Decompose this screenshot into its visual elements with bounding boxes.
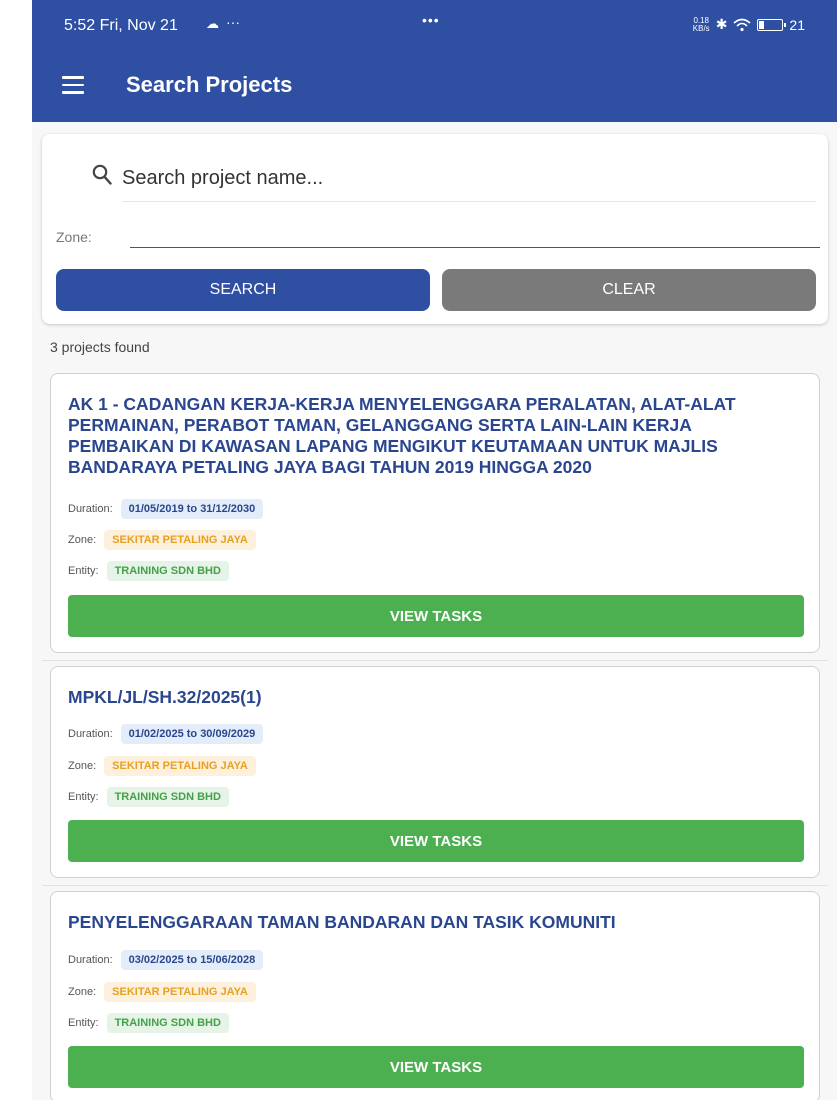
project-card: MPKL/JL/SH.32/2025(1) Duration: 01/02/20… bbox=[50, 666, 820, 878]
project-title[interactable]: MPKL/JL/SH.32/2025(1) bbox=[68, 687, 768, 708]
entity-row: Entity: TRAINING SDN BHD bbox=[68, 786, 229, 808]
entity-chip: TRAINING SDN BHD bbox=[106, 1013, 229, 1033]
duration-label: Duration: bbox=[68, 503, 113, 515]
zone-row: Zone: SEKITAR PETALING JAYA bbox=[68, 529, 256, 551]
zone-label: Zone: bbox=[68, 986, 97, 998]
hamburger-menu-icon[interactable] bbox=[62, 76, 84, 94]
app-bar: 5:52 Fri, Nov 21 ☁ ··· ••• 0.18 KB/s ✱ 2… bbox=[32, 0, 837, 122]
duration-chip: 01/02/2025 to 30/09/2029 bbox=[120, 724, 264, 744]
entity-chip: TRAINING SDN BHD bbox=[106, 561, 229, 581]
page-title: Search Projects bbox=[126, 72, 293, 97]
duration-chip: 01/05/2019 to 31/12/2030 bbox=[120, 499, 264, 519]
duration-row: Duration: 01/02/2025 to 30/09/2029 bbox=[68, 723, 264, 745]
battery-icon bbox=[757, 18, 787, 31]
entity-label: Entity: bbox=[68, 565, 99, 577]
app-screen: 5:52 Fri, Nov 21 ☁ ··· ••• 0.18 KB/s ✱ 2… bbox=[32, 0, 837, 1100]
entity-chip: TRAINING SDN BHD bbox=[106, 787, 229, 807]
clear-button[interactable]: CLEAR bbox=[442, 269, 816, 311]
project-card: AK 1 - CADANGAN KERJA-KERJA MENYELENGGAR… bbox=[50, 373, 820, 653]
zone-chip: SEKITAR PETALING JAYA bbox=[104, 982, 256, 1002]
search-input[interactable] bbox=[122, 156, 816, 202]
search-icon bbox=[92, 164, 112, 185]
duration-label: Duration: bbox=[68, 728, 113, 740]
divider bbox=[42, 885, 828, 886]
duration-row: Duration: 03/02/2025 to 15/06/2028 bbox=[68, 949, 264, 971]
zone-label: Zone: bbox=[56, 229, 92, 245]
zone-row: Zone: SEKITAR PETALING JAYA bbox=[68, 981, 256, 1003]
cloud-icon: ☁ bbox=[206, 16, 219, 31]
status-time: 5:52 Fri, Nov 21 bbox=[64, 17, 178, 34]
view-tasks-button[interactable]: VIEW TASKS bbox=[68, 595, 804, 637]
entity-row: Entity: TRAINING SDN BHD bbox=[68, 1012, 229, 1034]
duration-chip: 03/02/2025 to 15/06/2028 bbox=[120, 950, 264, 970]
project-card: PENYELENGGARAAN TAMAN BANDARAN DAN TASIK… bbox=[50, 891, 820, 1100]
view-tasks-button[interactable]: VIEW TASKS bbox=[68, 820, 804, 862]
duration-label: Duration: bbox=[68, 954, 113, 966]
entity-label: Entity: bbox=[68, 791, 99, 803]
results-count: 3 projects found bbox=[50, 339, 150, 355]
zone-label: Zone: bbox=[68, 760, 97, 772]
status-center-dots: ••• bbox=[422, 12, 440, 28]
entity-row: Entity: TRAINING SDN BHD bbox=[68, 560, 229, 582]
zone-field[interactable] bbox=[130, 222, 820, 248]
zone-label: Zone: bbox=[68, 534, 97, 546]
entity-label: Entity: bbox=[68, 1017, 99, 1029]
zone-chip: SEKITAR PETALING JAYA bbox=[104, 756, 256, 776]
status-more: ··· bbox=[226, 14, 240, 30]
project-title[interactable]: PENYELENGGARAAN TAMAN BANDARAN DAN TASIK… bbox=[68, 912, 768, 933]
search-button[interactable]: SEARCH bbox=[56, 269, 430, 311]
divider bbox=[42, 660, 828, 661]
wifi-icon bbox=[733, 18, 751, 31]
project-title[interactable]: AK 1 - CADANGAN KERJA-KERJA MENYELENGGAR… bbox=[68, 394, 768, 478]
status-bar: 5:52 Fri, Nov 21 ☁ ··· ••• 0.18 KB/s ✱ 2… bbox=[32, 0, 837, 52]
view-tasks-button[interactable]: VIEW TASKS bbox=[68, 1046, 804, 1088]
net-speed: 0.18 KB/s bbox=[692, 15, 710, 33]
duration-row: Duration: 01/05/2019 to 31/12/2030 bbox=[68, 498, 264, 520]
battery-percent: 21 bbox=[789, 16, 805, 33]
zone-row: Zone: SEKITAR PETALING JAYA bbox=[68, 755, 256, 777]
status-icons: 0.18 KB/s ✱ 21 bbox=[693, 16, 805, 33]
search-card: Zone: SEARCH CLEAR bbox=[42, 134, 828, 324]
zone-chip: SEKITAR PETALING JAYA bbox=[104, 530, 256, 550]
bluetooth-icon: ✱ bbox=[715, 16, 728, 32]
